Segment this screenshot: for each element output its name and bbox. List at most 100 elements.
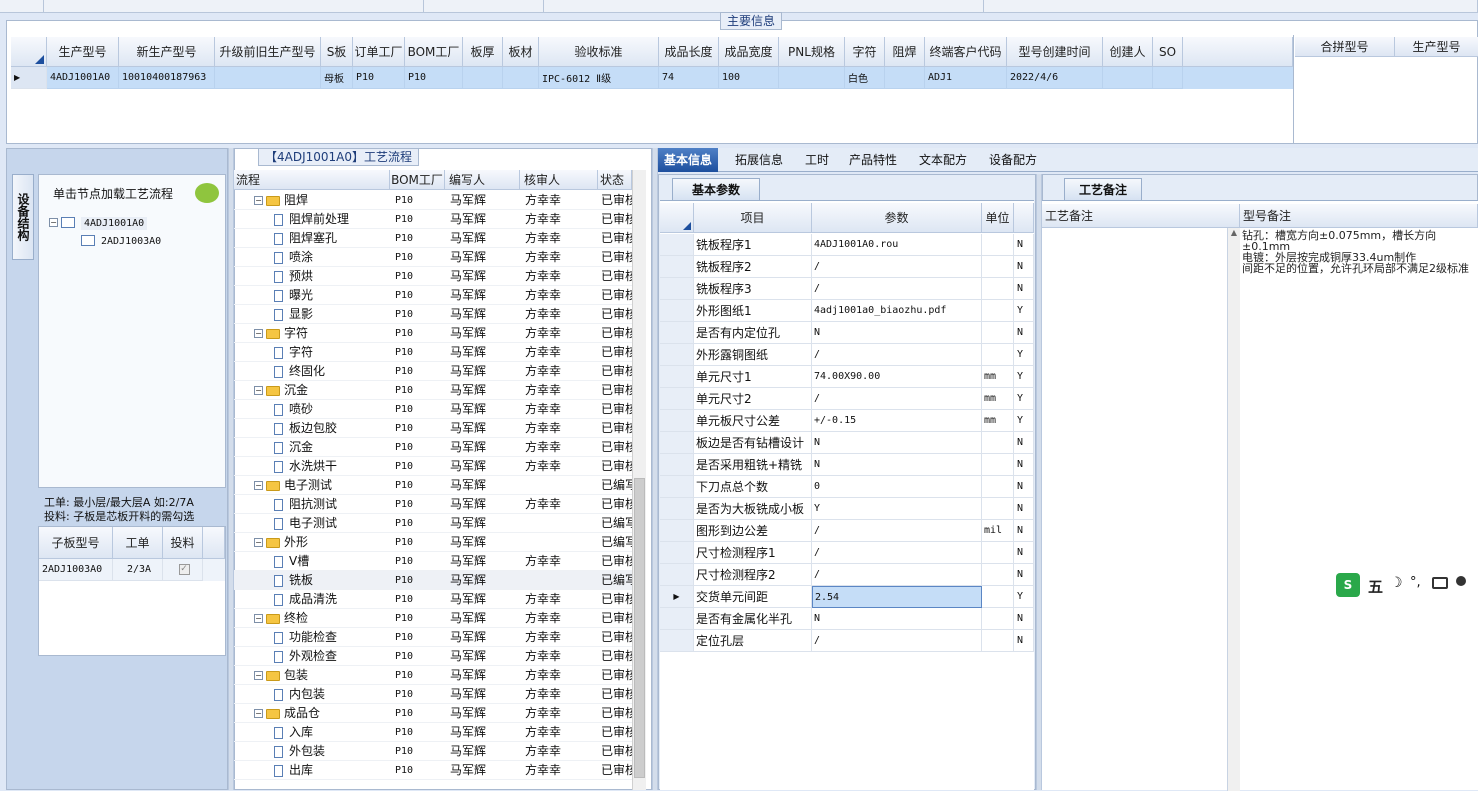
tab-1[interactable]: 拓展信息 xyxy=(729,148,789,172)
flow-row[interactable]: V槽 P10 马军辉 方幸幸 已审核 xyxy=(234,552,632,571)
row-selector[interactable] xyxy=(660,608,694,630)
col-header[interactable]: 板厚 xyxy=(463,37,503,67)
param-value[interactable]: Y xyxy=(812,498,982,520)
flow-row[interactable]: − 外形 P10 马军辉 已编写 xyxy=(234,533,632,552)
flow-row[interactable]: 预烘 P10 马军辉 方幸幸 已审核 xyxy=(234,267,632,286)
scroll-up-icon[interactable]: ▲ xyxy=(1228,228,1240,791)
row-selector[interactable] xyxy=(660,344,694,366)
col-header[interactable]: BOM工厂 xyxy=(390,170,445,190)
flow-row[interactable]: 成品清洗 P10 马军辉 方幸幸 已审核 xyxy=(234,590,632,609)
col-header[interactable]: 成品长度 xyxy=(659,37,719,67)
tab-0[interactable]: 基本信息 xyxy=(658,148,719,172)
moon-icon[interactable]: ☽ xyxy=(1390,575,1403,591)
flow-row[interactable]: − 沉金 P10 马军辉 方幸幸 已审核 xyxy=(234,381,632,400)
col-header[interactable]: 参数 xyxy=(812,203,982,233)
param-row[interactable]: 下刀点总个数 0 N xyxy=(660,476,1034,498)
param-row[interactable]: 铣板程序3/ N xyxy=(660,278,1034,300)
param-row[interactable]: 铣板程序2/ N xyxy=(660,256,1034,278)
row-selector[interactable] xyxy=(660,542,694,564)
col-header[interactable]: 阻焊 xyxy=(885,37,925,67)
flow-row[interactable]: 电子测试 P10 马军辉 已编写 xyxy=(234,514,632,533)
param-row[interactable]: 单元板尺寸公差 +/-0.15 mm Y xyxy=(660,410,1034,432)
param-row[interactable]: ▶ 交货单元间距 2.54 Y xyxy=(660,586,1034,608)
flow-row[interactable]: 内包装 P10 马军辉 方幸幸 已审核 xyxy=(234,685,632,704)
col-header[interactable]: S板 xyxy=(321,37,353,67)
row-selector[interactable] xyxy=(660,454,694,476)
collapse-icon[interactable]: − xyxy=(254,538,263,547)
flow-row[interactable]: − 终检 P10 马军辉 方幸幸 已审核 xyxy=(234,609,632,628)
col-header[interactable]: 项目 xyxy=(694,203,812,233)
tree-node[interactable]: − 4ADJ1001A0 xyxy=(49,215,219,233)
col-header[interactable]: 子板型号 xyxy=(39,527,113,559)
flow-row[interactable]: 功能检查 P10 马军辉 方幸幸 已审核 xyxy=(234,628,632,647)
row-selector[interactable] xyxy=(660,630,694,652)
param-row[interactable]: 是否为大板铣成小板 Y N xyxy=(660,498,1034,520)
param-value[interactable]: / xyxy=(812,564,982,586)
process-note-text[interactable] xyxy=(1042,228,1228,791)
col-header[interactable]: 成品宽度 xyxy=(719,37,779,67)
param-row[interactable]: 图形到边公差 / mil N xyxy=(660,520,1034,542)
param-value[interactable]: N xyxy=(812,454,982,476)
param-value[interactable]: / xyxy=(812,344,982,366)
row-selector[interactable]: ▶ xyxy=(660,586,694,608)
flow-row[interactable]: 阻焊前处理 P10 马军辉 方幸幸 已审核 xyxy=(234,210,632,229)
collapse-icon[interactable]: − xyxy=(254,709,263,718)
flow-scrollbar[interactable] xyxy=(632,170,646,790)
col-header[interactable]: 编写人 xyxy=(445,170,520,190)
row-selector[interactable] xyxy=(660,234,694,256)
flow-row[interactable]: − 电子测试 P10 马军辉 已编写 xyxy=(234,476,632,495)
flow-row[interactable]: 外观检查 P10 马军辉 方幸幸 已审核 xyxy=(234,647,632,666)
param-row[interactable]: 定位孔层 / N xyxy=(660,630,1034,652)
col-header[interactable]: 生产型号 xyxy=(47,37,119,67)
col-header[interactable]: 投料 xyxy=(163,527,203,559)
flow-row[interactable]: 板边包胶 P10 马军辉 方幸幸 已审核 xyxy=(234,419,632,438)
flow-row[interactable]: 出库 P10 马军辉 方幸幸 已审核 xyxy=(234,761,632,780)
param-row[interactable]: 是否有内定位孔 N N xyxy=(660,322,1034,344)
param-value[interactable]: N xyxy=(812,322,982,344)
col-header[interactable]: SO xyxy=(1153,37,1183,67)
param-row[interactable]: 外形图纸1 4adj1001a0_biaozhu.pdf Y xyxy=(660,300,1034,322)
flow-row[interactable]: 水洗烘干 P10 马军辉 方幸幸 已审核 xyxy=(234,457,632,476)
ime-mode[interactable]: 五 xyxy=(1368,576,1383,597)
tab-2[interactable]: 工时 xyxy=(799,148,835,172)
flow-row[interactable]: 终固化 P10 马军辉 方幸幸 已审核 xyxy=(234,362,632,381)
param-value[interactable]: / xyxy=(812,278,982,300)
flow-row[interactable]: 沉金 P10 马军辉 方幸幸 已审核 xyxy=(234,438,632,457)
col-header[interactable]: 型号创建时间 xyxy=(1007,37,1103,67)
row-selector[interactable] xyxy=(660,256,694,278)
param-row[interactable]: 是否有金属化半孔 N N xyxy=(660,608,1034,630)
col-header[interactable]: 板材 xyxy=(503,37,539,67)
col-header[interactable]: 单位 xyxy=(982,203,1014,233)
flow-row[interactable]: 喷涂 P10 马军辉 方幸幸 已审核 xyxy=(234,248,632,267)
param-row[interactable]: 尺寸检测程序2/ N xyxy=(660,564,1034,586)
col-header[interactable]: 生产型号 xyxy=(1395,37,1478,57)
param-value[interactable]: / xyxy=(812,388,982,410)
param-row[interactable]: 是否采用粗铣+精铣 N N xyxy=(660,454,1034,476)
col-header[interactable]: 合拼型号 xyxy=(1295,37,1395,57)
flow-row[interactable]: 字符 P10 马军辉 方幸幸 已审核 xyxy=(234,343,632,362)
collapse-icon[interactable]: − xyxy=(254,196,263,205)
flow-row[interactable]: 曝光 P10 马军辉 方幸幸 已审核 xyxy=(234,286,632,305)
row-selector-icon[interactable]: ▶ xyxy=(11,67,47,89)
model-note-text[interactable]: 钻孔：槽宽方向±0.075mm，槽长方向±0.1mm 电镀：外层按完成铜厚33.4… xyxy=(1242,230,1478,274)
flow-row[interactable]: 喷砂 P10 马军辉 方幸幸 已审核 xyxy=(234,400,632,419)
ime-toolbar[interactable]: S 五 ☽ °, xyxy=(1334,572,1478,598)
flow-row[interactable]: 入库 P10 马军辉 方幸幸 已审核 xyxy=(234,723,632,742)
param-row[interactable]: 外形露铜图纸 / Y xyxy=(660,344,1034,366)
param-value[interactable]: 4adj1001a0_biaozhu.pdf xyxy=(812,300,982,322)
param-value[interactable]: / xyxy=(812,520,982,542)
col-header[interactable]: 核审人 xyxy=(520,170,598,190)
row-selector[interactable] xyxy=(660,300,694,322)
col-header[interactable]: 新生产型号 xyxy=(119,37,215,67)
flow-row[interactable]: 显影 P10 马军辉 方幸幸 已审核 xyxy=(234,305,632,324)
col-header[interactable]: 工单 xyxy=(113,527,163,559)
param-value[interactable]: 2.54 xyxy=(812,586,982,608)
col-header[interactable]: 订单工厂 xyxy=(353,37,405,67)
param-value[interactable]: / xyxy=(812,542,982,564)
col-header[interactable]: 字符 xyxy=(845,37,885,67)
collapse-icon[interactable]: − xyxy=(254,386,263,395)
row-selector[interactable] xyxy=(660,322,694,344)
collapse-icon[interactable]: − xyxy=(254,614,263,623)
keyboard-icon[interactable] xyxy=(1432,577,1448,589)
col-header[interactable]: 状态 xyxy=(598,170,632,190)
